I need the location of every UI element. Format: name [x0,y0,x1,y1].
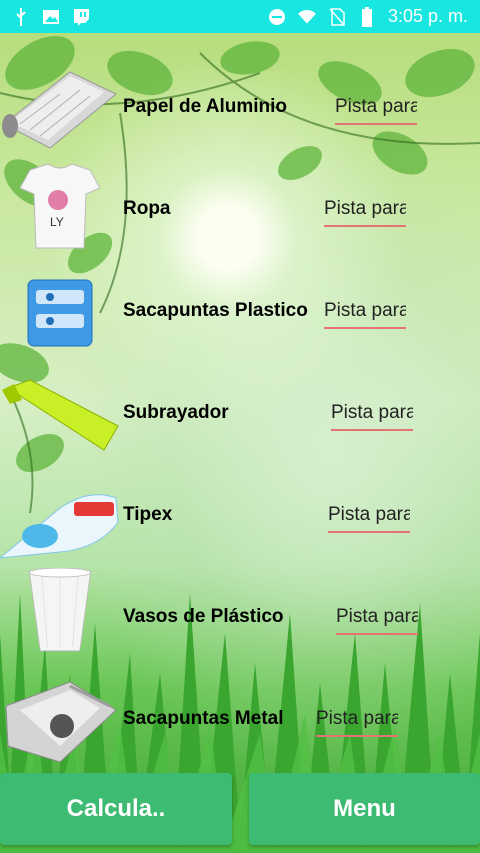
list-item: Tipex [0,466,480,568]
usb-icon [12,7,30,26]
menu-button[interactable]: Menu [249,773,480,845]
hint-input[interactable] [336,606,418,635]
aluminum-foil-icon [2,71,117,149]
no-sim-icon [328,7,346,26]
list-item: Sacapuntas Plastico [0,262,480,364]
list-item: Subrayador [0,364,480,466]
wifi-icon [297,8,316,26]
highlighter-icon [2,379,119,451]
list-item: Papel de Aluminio [0,58,480,160]
tshirt-icon: LY [19,163,101,249]
item-label: Subrayador [123,402,229,423]
hint-input[interactable] [324,300,406,329]
item-label: Sacapuntas Metal [123,708,284,729]
item-label: Papel de Aluminio [123,96,287,117]
twitch-icon [72,8,90,26]
battery-icon [358,6,376,27]
correction-tape-icon [0,494,119,559]
hint-input[interactable] [324,198,406,227]
list-item: Sacapuntas Metal [0,670,480,772]
clock: 3:05 p. m. [387,6,468,26]
plastic-sharpener-icon [27,279,93,347]
svg-text:LY: LY [50,215,64,229]
image-icon [42,8,60,26]
metal-sharpener-icon [5,681,117,763]
item-label: Sacapuntas Plastico [123,300,308,321]
hint-input[interactable] [335,96,417,125]
item-label: Ropa [123,198,171,219]
hint-input[interactable] [316,708,398,737]
list-item: LY Ropa [0,160,480,262]
hint-input[interactable] [328,504,410,533]
item-label: Tipex [123,504,173,525]
item-label: Vasos de Plástico [123,606,284,627]
calculate-button[interactable]: Calcula.. [0,773,232,845]
plastic-cup-icon [28,568,92,652]
dnd-icon [268,8,286,26]
status-bar: 3:05 p. m. [0,0,480,33]
list-item: Vasos de Plástico [0,568,480,670]
hint-input[interactable] [331,402,413,431]
